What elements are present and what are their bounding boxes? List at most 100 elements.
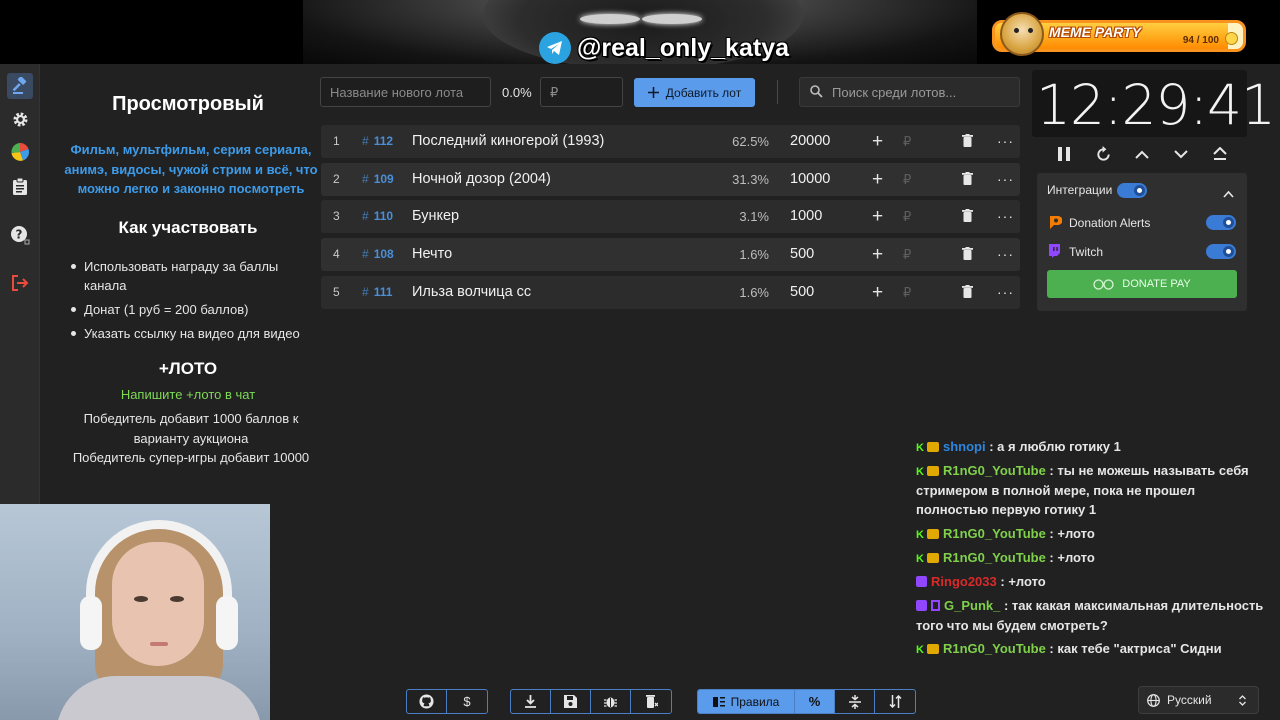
lot-name-input[interactable]: Название нового лота [320, 77, 491, 107]
more-options-icon[interactable]: ··· [997, 238, 1014, 271]
add-amount-button[interactable]: + [872, 163, 883, 196]
integrations-toggle[interactable] [1117, 183, 1147, 198]
download-button[interactable] [511, 690, 551, 713]
chat-username[interactable]: R1nG0_YouTube [943, 526, 1046, 541]
language-select[interactable]: Русский [1138, 686, 1259, 714]
kick-icon: K [916, 529, 924, 541]
lot-id[interactable]: #112 [362, 125, 393, 158]
lot-row[interactable]: 3 #110 Бункер 3.1% 1000 + ₽ ··· [321, 200, 1020, 233]
lot-number: 1 [333, 134, 340, 148]
trash-icon[interactable] [962, 276, 973, 309]
lot-row[interactable]: 1 #112 Последний киногерой (1993) 62.5% 2000… [321, 125, 1020, 158]
headphones [86, 520, 232, 640]
add-lot-button[interactable]: Добавить лот [634, 78, 755, 107]
chat-username[interactable]: shnopi [943, 440, 986, 454]
lot-name[interactable]: Ночной дозор (2004) [412, 163, 551, 196]
chat-message: Kshnopi : а я люблю готику 1 [916, 440, 1121, 454]
more-options-icon[interactable]: ··· [997, 200, 1014, 233]
trash-icon[interactable] [962, 238, 973, 271]
lot-name[interactable]: Нечто [412, 238, 452, 271]
restart-icon[interactable] [1092, 143, 1114, 165]
meme-party-title: MEME PARTY [1049, 24, 1142, 40]
chat-message: G_Punk_ : так какая максимальная длитель… [916, 598, 1264, 633]
lot-name[interactable]: Ильза волчица сс [412, 276, 531, 309]
lot-name[interactable]: Последний киногерой (1993) [412, 125, 604, 158]
lot-id[interactable]: #108 [362, 238, 394, 271]
percent-button[interactable]: % [795, 690, 835, 713]
add-amount-button[interactable]: + [872, 200, 883, 233]
auction-icon[interactable] [7, 73, 33, 99]
super-game-text: Победитель супер-игры добавит 10000 [72, 450, 310, 465]
save-button[interactable] [551, 690, 591, 713]
donate-button[interactable]: $ [447, 690, 487, 713]
kick-icon: K [916, 644, 924, 656]
search-input[interactable]: Поиск среди лотов... [799, 77, 1020, 107]
trash-icon[interactable] [962, 163, 973, 196]
bug-button[interactable] [591, 690, 631, 713]
eye-right [642, 14, 702, 24]
more-options-icon[interactable]: ··· [997, 276, 1014, 309]
chat-message: K R1nG0_YouTube : как тебе "актриса" Сидн… [916, 639, 1266, 664]
winner-text: Победитель добавит 1000 баллов к вариант… [83, 411, 299, 446]
chevron-double-up-icon[interactable] [1209, 143, 1231, 165]
lot-amount-input[interactable]: ₽ [540, 77, 623, 107]
rules-icon [712, 696, 725, 707]
add-amount-button[interactable]: + [872, 276, 883, 309]
twitch-toggle[interactable] [1206, 244, 1236, 259]
chevron-up-icon[interactable] [1131, 143, 1153, 165]
more-options-icon[interactable]: ··· [997, 125, 1014, 158]
rub-input[interactable]: ₽ [903, 125, 911, 158]
chat-username[interactable]: R1nG0_YouTube [943, 463, 1046, 478]
bug-icon [604, 697, 617, 708]
logout-icon[interactable] [7, 270, 33, 296]
rub-input[interactable]: ₽ [903, 200, 911, 233]
donation-alerts-icon [1048, 215, 1063, 235]
clear-button[interactable] [631, 690, 671, 713]
crown-icon [927, 553, 939, 563]
chat-panel: Kshnopi : а я люблю готику 1 K R1nG0_YouT… [913, 440, 1280, 664]
chat-username[interactable]: R1nG0_YouTube [943, 641, 1046, 656]
lot-name[interactable]: Бункер [412, 200, 459, 233]
lot-number: 3 [333, 209, 340, 223]
help-icon[interactable]: ? [7, 222, 33, 248]
chat-username[interactable]: Ringo2033 [931, 574, 997, 589]
chat-username[interactable]: R1nG0_YouTube [943, 550, 1046, 565]
lot-row[interactable]: 2 #109 Ночной дозор (2004) 31.3% 10000 + ₽ ··· [321, 163, 1020, 196]
donation-alerts-toggle[interactable] [1206, 215, 1236, 230]
add-amount-button[interactable]: + [872, 125, 883, 158]
divider [777, 80, 778, 104]
crown-icon [927, 644, 939, 654]
list-item: Донат (1 руб = 200 баллов) [71, 300, 314, 319]
chevron-down-icon[interactable] [1170, 143, 1192, 165]
meme-party-count: 94 / 100 [1182, 35, 1219, 46]
lot-row[interactable]: 4 #108 Нечто 1.6% 500 + ₽ ··· [321, 238, 1020, 271]
rub-input[interactable]: ₽ [903, 238, 911, 271]
trash-icon[interactable] [962, 200, 973, 233]
lot-id[interactable]: #109 [362, 163, 394, 196]
banner-image: @real_only_katya [303, 0, 977, 64]
add-amount-button[interactable]: + [872, 238, 883, 271]
chat-username[interactable]: G_Punk_ [944, 598, 1000, 613]
webcam-video [0, 504, 270, 720]
pause-icon[interactable] [1053, 143, 1075, 165]
trash-icon[interactable] [962, 125, 973, 158]
lot-id[interactable]: #111 [362, 276, 392, 309]
twitch-icon [916, 600, 927, 611]
gear-icon[interactable] [7, 106, 33, 132]
rub-input[interactable]: ₽ [903, 163, 911, 196]
github-button[interactable] [407, 690, 447, 713]
sort-button[interactable] [875, 690, 915, 713]
lot-row[interactable]: 5 #111 Ильза волчица сс 1.6% 500 + ₽ ··· [321, 276, 1020, 309]
pie-chart-icon[interactable] [7, 139, 33, 165]
clipboard-icon[interactable] [7, 173, 33, 199]
donate-pay-button[interactable]: DONATE PAY [1047, 270, 1237, 298]
twitch-label: Twitch [1069, 245, 1104, 259]
lot-amount: 500 [790, 246, 815, 262]
chevron-up-icon[interactable] [1223, 185, 1234, 203]
collapse-button[interactable] [835, 690, 875, 713]
lot-id[interactable]: #110 [362, 200, 393, 233]
telegram-handle: @real_only_katya [577, 33, 789, 62]
rub-input[interactable]: ₽ [903, 276, 911, 309]
rules-button[interactable]: Правила [698, 690, 795, 713]
more-options-icon[interactable]: ··· [997, 163, 1014, 196]
